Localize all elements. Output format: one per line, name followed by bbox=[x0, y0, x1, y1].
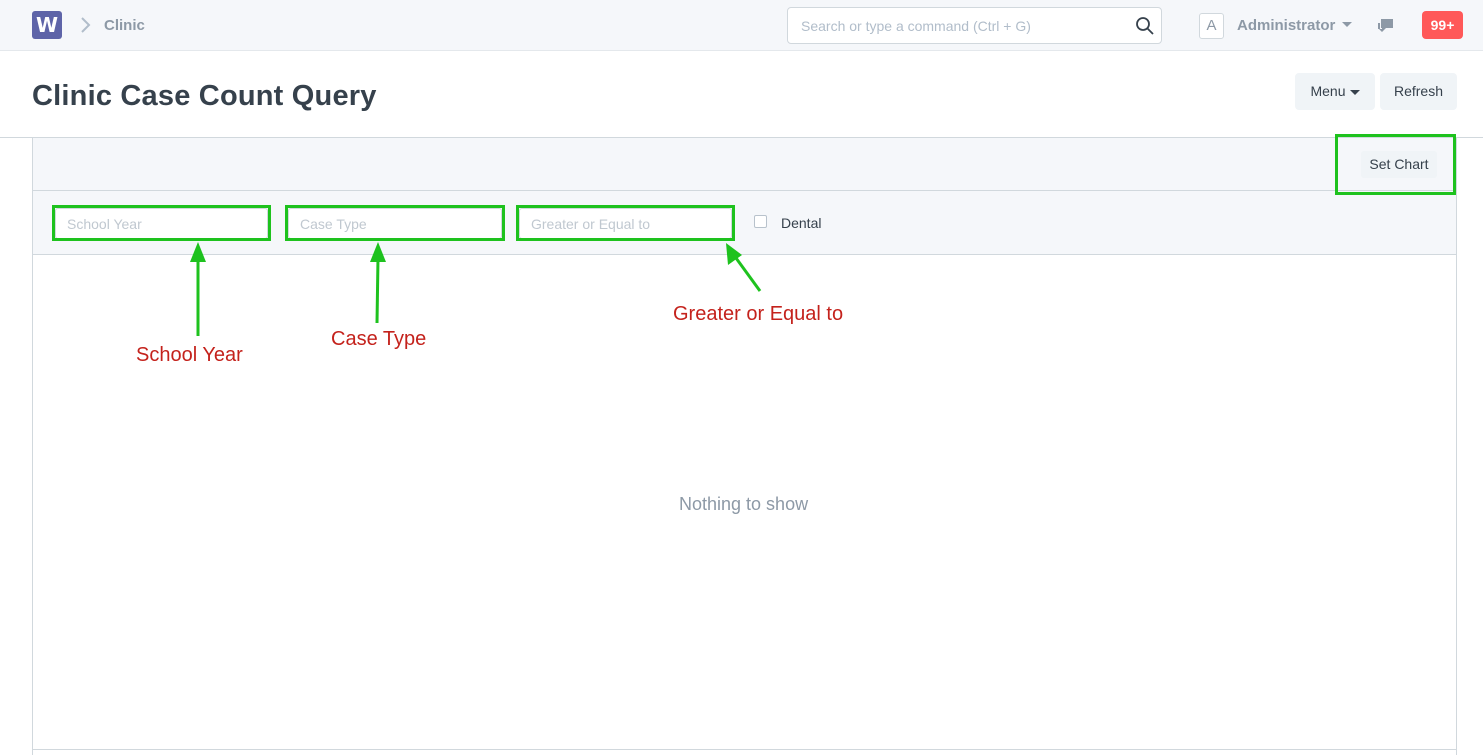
dental-label: Dental bbox=[781, 215, 822, 231]
refresh-button[interactable]: Refresh bbox=[1380, 73, 1457, 110]
chat-icon[interactable] bbox=[1376, 16, 1398, 36]
navbar: W Clinic A Administrator 99+ bbox=[0, 0, 1483, 51]
highlight-greater-or-equal bbox=[516, 205, 735, 241]
annotation-greater-or-equal: Greater or Equal to bbox=[673, 303, 844, 325]
highlight-school-year bbox=[52, 205, 271, 241]
menu-button-label: Menu bbox=[1310, 83, 1346, 99]
dental-checkbox[interactable] bbox=[754, 215, 767, 228]
chevron-right-icon bbox=[81, 17, 91, 33]
search-input[interactable] bbox=[788, 8, 1128, 43]
menu-button[interactable]: Menu bbox=[1295, 73, 1375, 110]
avatar[interactable]: A bbox=[1199, 13, 1224, 39]
highlight-set-chart bbox=[1335, 134, 1456, 195]
user-menu[interactable]: Administrator bbox=[1237, 17, 1335, 34]
annotation-school-year: School Year bbox=[136, 344, 243, 366]
chart-toolbar bbox=[33, 138, 1456, 191]
app-logo[interactable]: W bbox=[32, 11, 62, 39]
empty-state: Nothing to show bbox=[679, 494, 809, 514]
notifications-badge[interactable]: 99+ bbox=[1422, 11, 1463, 39]
search-icon[interactable] bbox=[1135, 16, 1155, 36]
awesome-bar bbox=[787, 7, 1162, 44]
annotation-case-type: Case Type bbox=[331, 328, 427, 350]
highlight-case-type bbox=[285, 205, 505, 241]
caret-down-icon[interactable] bbox=[1342, 22, 1352, 27]
caret-down-icon bbox=[1349, 89, 1360, 95]
page-title: Clinic Case Count Query bbox=[32, 80, 377, 112]
breadcrumb-clinic[interactable]: Clinic bbox=[104, 17, 145, 34]
divider bbox=[32, 749, 1457, 750]
